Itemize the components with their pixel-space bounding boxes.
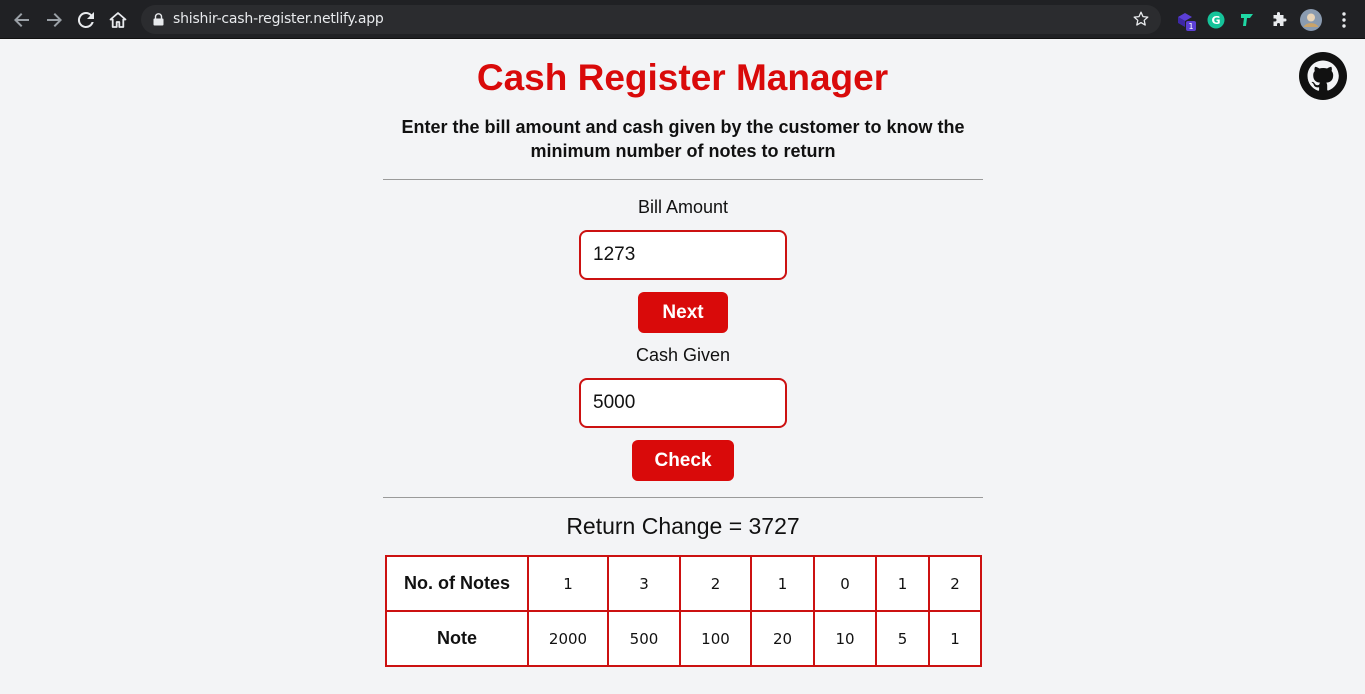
menu-kebab-icon[interactable] bbox=[1333, 9, 1355, 31]
bookmark-star-icon[interactable] bbox=[1133, 11, 1149, 32]
puzzle-icon[interactable] bbox=[1268, 9, 1290, 31]
grammarly-letter: G bbox=[1211, 14, 1220, 27]
note-cell: 5 bbox=[875, 610, 930, 667]
count-cell: 1 bbox=[875, 555, 930, 612]
grammarly-icon[interactable]: G bbox=[1205, 9, 1227, 31]
next-button[interactable]: Next bbox=[638, 292, 728, 333]
cash-given-label: Cash Given bbox=[635, 345, 731, 365]
note-cell: 500 bbox=[607, 610, 681, 667]
note-cell: 20 bbox=[750, 610, 815, 667]
bill-amount-input[interactable] bbox=[579, 230, 787, 280]
browser-toolbar: shishir-cash-register.netlify.app 1 G bbox=[0, 0, 1365, 39]
address-bar[interactable]: shishir-cash-register.netlify.app bbox=[141, 5, 1161, 34]
divider-bottom bbox=[383, 497, 983, 498]
note-cell: 2000 bbox=[527, 610, 609, 667]
note-cell: 1 bbox=[928, 610, 982, 667]
page-title: Cash Register Manager bbox=[476, 57, 889, 98]
count-cell: 1 bbox=[527, 555, 609, 612]
count-cell: 1 bbox=[750, 555, 815, 612]
reload-icon[interactable] bbox=[74, 8, 98, 32]
cash-given-input[interactable] bbox=[579, 378, 787, 428]
page-content: Cash Register Manager Enter the bill amo… bbox=[0, 39, 1365, 694]
profile-avatar[interactable] bbox=[1300, 9, 1322, 31]
count-cell: 2 bbox=[928, 555, 982, 612]
bill-amount-label: Bill Amount bbox=[637, 197, 729, 217]
change-table: No. of Notes 1 3 2 1 0 1 2 Note 2000 500… bbox=[385, 555, 982, 667]
table-header-count: No. of Notes bbox=[385, 555, 529, 612]
check-button[interactable]: Check bbox=[632, 440, 734, 481]
url-text: shishir-cash-register.netlify.app bbox=[173, 11, 384, 27]
count-cell: 0 bbox=[813, 555, 877, 612]
divider-top bbox=[383, 179, 983, 180]
table-row-counts: No. of Notes 1 3 2 1 0 1 2 bbox=[385, 555, 982, 612]
extension-teal-icon[interactable] bbox=[1236, 9, 1258, 31]
lock-icon bbox=[153, 13, 164, 31]
count-cell: 3 bbox=[607, 555, 681, 612]
forward-icon[interactable] bbox=[42, 8, 66, 32]
table-header-note: Note bbox=[385, 610, 529, 667]
back-icon[interactable] bbox=[10, 8, 34, 32]
note-cell: 100 bbox=[679, 610, 752, 667]
count-cell: 2 bbox=[679, 555, 752, 612]
page-subtitle: Enter the bill amount and cash given by … bbox=[401, 117, 965, 161]
extension-badge: 1 bbox=[1188, 22, 1193, 31]
return-change-text: Return Change = 3727 bbox=[566, 513, 800, 539]
table-row-notes: Note 2000 500 100 20 10 5 1 bbox=[385, 610, 982, 667]
extension-purple-icon[interactable]: 1 bbox=[1176, 9, 1198, 31]
home-icon[interactable] bbox=[106, 8, 130, 32]
note-cell: 10 bbox=[813, 610, 877, 667]
